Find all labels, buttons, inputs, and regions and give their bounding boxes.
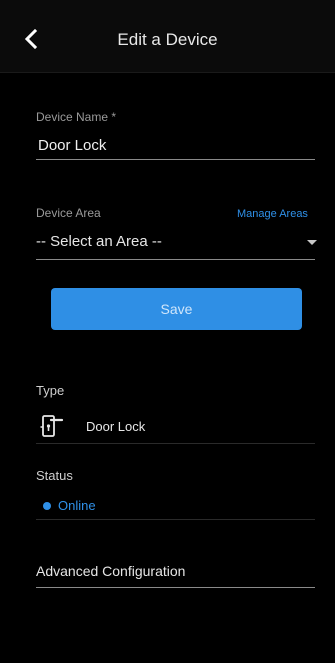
type-value: Door Lock [86,419,146,434]
device-name-input[interactable]: Door Lock [38,137,106,154]
status-divider [36,519,315,520]
advanced-configuration-underline [36,587,315,588]
device-area-label: Device Area [36,206,101,220]
status-dot-icon [43,502,51,510]
area-select[interactable]: -- Select an Area -- [36,233,162,250]
status-value: Online [58,498,96,513]
device-name-label: Device Name * [36,110,117,124]
manage-areas-link[interactable]: Manage Areas [237,208,308,220]
save-button[interactable]: Save [51,288,302,330]
type-label: Type [36,383,65,398]
area-select-underline [36,259,315,260]
type-divider [36,443,315,444]
device-name-underline [36,159,315,160]
dropdown-caret-icon [307,240,317,245]
advanced-configuration-item[interactable]: Advanced Configuration [36,563,185,579]
app-header: Edit a Device [0,0,335,73]
status-label: Status [36,468,73,483]
door-lock-icon [40,415,64,437]
page-title: Edit a Device [117,30,218,49]
